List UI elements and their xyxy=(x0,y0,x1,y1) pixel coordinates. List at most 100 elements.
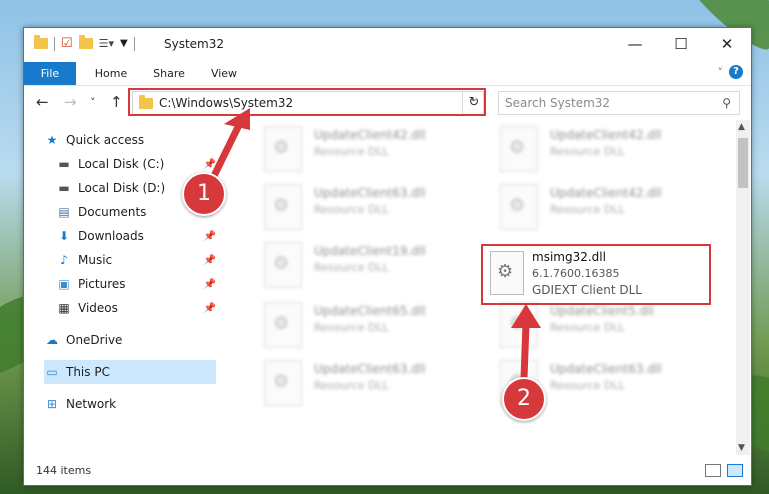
sidebar-item-pictures[interactable]: ▣ Pictures 📌 xyxy=(56,272,216,296)
file-description: Resource DLL xyxy=(314,261,389,274)
sidebar-item-label: Downloads xyxy=(78,229,144,243)
maximize-button[interactable]: ☐ xyxy=(658,28,704,60)
file-name: UpdateClient65.dll xyxy=(314,304,426,318)
dll-file-icon xyxy=(264,360,302,406)
scroll-up-icon[interactable]: ▲ xyxy=(738,122,745,132)
file-tile[interactable]: UpdateClient63.dll Resource DLL xyxy=(256,182,456,234)
file-tile[interactable]: UpdateClient42.dll Resource DLL xyxy=(256,124,456,176)
step-2-badge: 2 xyxy=(502,377,546,421)
file-description: Resource DLL xyxy=(550,321,625,334)
tab-home[interactable]: Home xyxy=(86,62,136,85)
new-folder-icon[interactable] xyxy=(78,35,93,49)
minimize-button[interactable]: — xyxy=(612,28,658,60)
sidebar-item-label: Videos xyxy=(78,301,118,315)
title-bar: ☑ ☰▾ ▼ System32 — ☐ ✕ xyxy=(24,28,751,62)
tiles-view-icon[interactable] xyxy=(727,464,743,477)
videos-icon: ▦ xyxy=(58,301,70,315)
music-icon: ♪ xyxy=(60,253,68,267)
navigation-pane: ★ Quick access ▬ Local Disk (C:) 📌 ▬ Loc… xyxy=(24,124,216,454)
navigation-bar: ← → ˅ ↑ C:\Windows\System32 ˅ ↻ Search S… xyxy=(24,85,751,118)
pin-icon: 📌 xyxy=(203,158,216,170)
drive-icon: ▬ xyxy=(58,157,70,171)
customize-toolbar-icon[interactable]: ☰▾ xyxy=(99,37,114,50)
dll-file-icon xyxy=(264,302,302,348)
file-description: Resource DLL xyxy=(314,379,389,392)
vertical-scrollbar[interactable]: ▲ ▼ xyxy=(736,120,750,455)
file-description: Resource DLL xyxy=(314,145,389,158)
scroll-down-icon[interactable]: ▼ xyxy=(738,443,745,453)
file-name: UpdateClient63.dll xyxy=(314,186,426,200)
file-description: Resource DLL xyxy=(314,203,389,216)
file-tile[interactable]: UpdateClient42.dll Resource DLL xyxy=(492,182,692,234)
file-highlight-box xyxy=(481,244,711,305)
file-tile[interactable]: UpdateClient65.dll Resource DLL xyxy=(256,300,456,352)
search-input[interactable]: Search System32 xyxy=(505,96,610,110)
sidebar-item-network[interactable]: ⊞ Network xyxy=(44,392,214,416)
search-icon[interactable]: ⚲ xyxy=(722,96,731,110)
file-tile[interactable]: UpdateClient5.dll Resource DLL xyxy=(492,300,692,352)
back-arrow-icon[interactable]: ← xyxy=(36,93,49,111)
search-box[interactable]: Search System32 ⚲ xyxy=(498,91,740,115)
close-button[interactable]: ✕ xyxy=(704,28,750,60)
sidebar-item-label: This PC xyxy=(66,365,110,379)
file-name: UpdateClient63.dll xyxy=(314,362,426,376)
properties-checkmark-icon[interactable]: ☑ xyxy=(61,36,73,51)
item-count: 144 items xyxy=(36,463,92,477)
forward-arrow-icon[interactable]: → xyxy=(64,93,77,111)
dll-file-icon xyxy=(264,184,302,230)
recent-locations-icon[interactable]: ˅ xyxy=(90,96,96,109)
sidebar-item-local-disk-c[interactable]: ▬ Local Disk (C:) 📌 xyxy=(56,152,216,176)
file-name: UpdateClient19.dll xyxy=(314,244,426,258)
file-explorer-window: ☑ ☰▾ ▼ System32 — ☐ ✕ File Home Share Vi… xyxy=(23,27,752,486)
pin-icon: 📌 xyxy=(203,278,216,290)
tab-view[interactable]: View xyxy=(199,62,249,85)
dll-file-icon xyxy=(500,126,538,172)
star-icon: ★ xyxy=(46,133,58,147)
pin-icon: 📌 xyxy=(203,230,216,242)
scrollbar-thumb[interactable] xyxy=(738,138,748,188)
pin-icon: 📌 xyxy=(203,302,216,314)
sidebar-item-quick-access[interactable]: ★ Quick access xyxy=(44,128,214,152)
sidebar-item-label: Pictures xyxy=(78,277,126,291)
help-icon[interactable]: ? xyxy=(729,65,743,79)
file-description: Resource DLL xyxy=(550,203,625,216)
dll-file-icon xyxy=(264,126,302,172)
sidebar-item-label: Music xyxy=(78,253,113,267)
file-name: UpdateClient5.dll xyxy=(550,304,654,318)
sidebar-item-downloads[interactable]: ⬇ Downloads 📌 xyxy=(56,224,216,248)
toolbar-dropdown-icon[interactable]: ▼ xyxy=(120,38,128,49)
file-tile[interactable]: UpdateClient63.dll Resource DLL xyxy=(256,358,456,410)
computer-icon: ▭ xyxy=(46,365,58,379)
sidebar-item-label: Network xyxy=(66,397,117,411)
sidebar-item-label: Documents xyxy=(78,205,147,219)
drive-icon: ▬ xyxy=(58,181,70,195)
sidebar-item-this-pc[interactable]: ▭ This PC xyxy=(44,360,216,384)
cloud-icon: ☁ xyxy=(46,333,58,347)
sidebar-item-label: Quick access xyxy=(66,133,145,147)
up-arrow-icon[interactable]: ↑ xyxy=(110,93,123,111)
file-description: Resource DLL xyxy=(550,145,625,158)
ribbon-tabs: File Home Share View ˅ ? xyxy=(24,62,751,85)
pin-icon: 📌 xyxy=(203,254,216,266)
expand-ribbon-icon[interactable]: ˅ xyxy=(718,66,724,79)
sidebar-item-onedrive[interactable]: ☁ OneDrive xyxy=(44,328,214,352)
file-name: UpdateClient42.dll xyxy=(550,186,662,200)
documents-icon: ▤ xyxy=(58,205,70,219)
file-name: UpdateClient63.dll xyxy=(550,362,662,376)
folder-icon xyxy=(34,35,48,49)
tab-share[interactable]: Share xyxy=(144,62,194,85)
file-tile[interactable]: UpdateClient19.dll Resource DLL xyxy=(256,240,456,292)
tab-file[interactable]: File xyxy=(24,62,76,85)
file-tile[interactable]: UpdateClient42.dll Resource DLL xyxy=(492,124,692,176)
file-description: Resource DLL xyxy=(550,379,625,392)
dll-file-icon xyxy=(500,184,538,230)
dll-file-icon xyxy=(264,242,302,288)
sidebar-item-music[interactable]: ♪ Music 📌 xyxy=(56,248,216,272)
download-icon: ⬇ xyxy=(58,229,70,243)
window-title: System32 xyxy=(164,37,225,51)
address-highlight-box xyxy=(128,88,486,116)
sidebar-item-videos[interactable]: ▦ Videos 📌 xyxy=(56,296,216,320)
sidebar-item-label: OneDrive xyxy=(66,333,123,347)
details-view-icon[interactable] xyxy=(705,464,721,477)
view-switcher xyxy=(705,464,743,477)
